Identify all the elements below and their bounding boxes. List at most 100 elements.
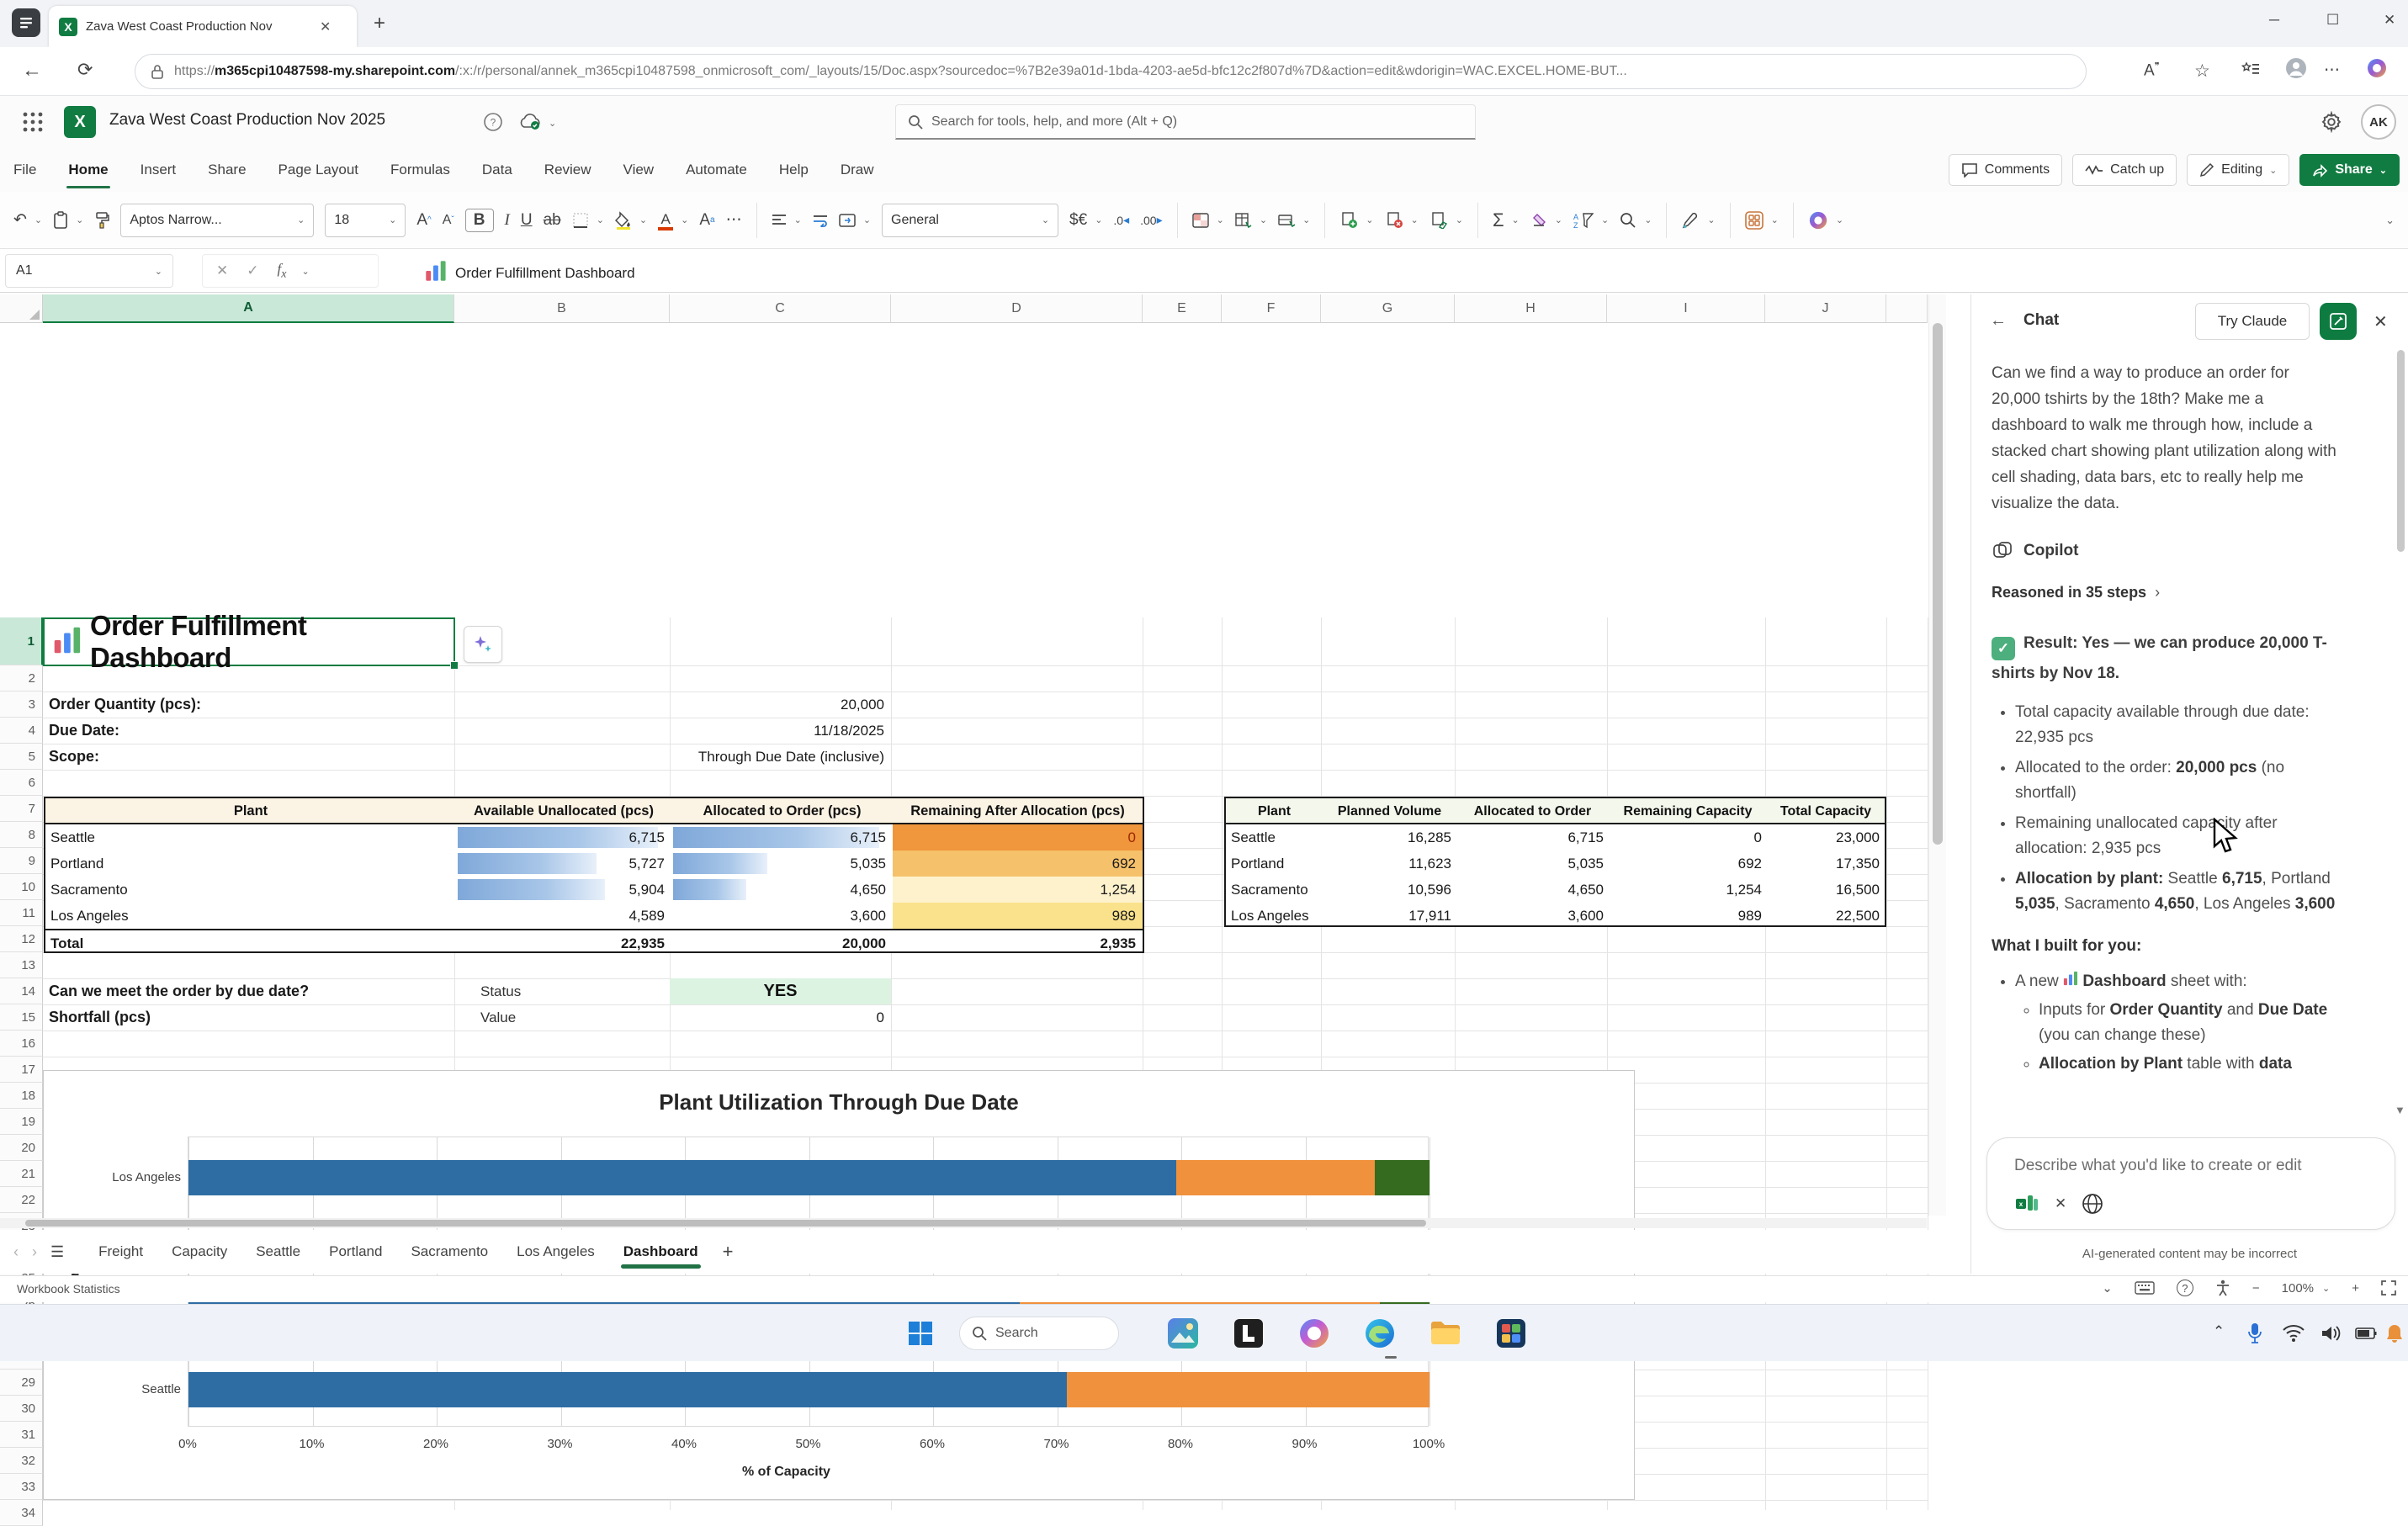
zoom-chevron-icon[interactable]: ⌄ (2322, 1283, 2330, 1294)
undo-icon[interactable]: ↶ (13, 210, 27, 230)
menu-tab-insert[interactable]: Insert (139, 156, 178, 183)
browser-refresh-icon[interactable]: ⟳ (77, 59, 93, 81)
file-explorer-icon[interactable] (1427, 1315, 1464, 1352)
sheet-tab-sacramento[interactable]: Sacramento (396, 1230, 502, 1274)
browser-tab[interactable]: X Zava West Coast Production Nov ✕ (49, 6, 357, 47)
wrap-text-icon[interactable] (813, 214, 828, 227)
copilot-app-icon[interactable] (1296, 1315, 1333, 1352)
row-header-31[interactable]: 31 (0, 1422, 43, 1448)
read-aloud-icon[interactable]: A❞ (2144, 61, 2160, 80)
sheet-tab-seattle[interactable]: Seattle (241, 1230, 315, 1274)
decrease-decimal-icon[interactable]: .0◂ (1113, 213, 1129, 227)
remove-context-icon[interactable]: ✕ (2055, 1195, 2066, 1212)
decrease-font-icon[interactable]: Aˇ (443, 213, 454, 228)
row-header-16[interactable]: 16 (0, 1031, 43, 1057)
edge-browser-icon[interactable] (1361, 1315, 1398, 1352)
zoom-level[interactable]: 100% (2282, 1281, 2314, 1296)
menu-tab-formulas[interactable]: Formulas (389, 156, 452, 183)
document-title[interactable]: Zava West Coast Production Nov 2025 (109, 111, 385, 130)
share-button[interactable]: Share⌄ (2299, 154, 2400, 186)
menu-tab-automate[interactable]: Automate (684, 156, 749, 183)
wifi-icon[interactable] (2277, 1317, 2310, 1350)
chat-back-icon[interactable]: ← (1990, 311, 2007, 331)
try-claude-button[interactable]: Try Claude (2195, 303, 2310, 340)
shield-question-icon[interactable]: ? (484, 113, 502, 135)
column-header-partial[interactable] (1886, 294, 1928, 323)
selected-cell-a1[interactable]: Order Fulfillment Dashboard (43, 617, 455, 666)
autosum-icon[interactable]: Σ (1493, 209, 1504, 231)
name-box[interactable]: A1⌄ (5, 254, 173, 288)
ribbon-collapse-chevron-icon[interactable]: ⌄ (2385, 214, 2395, 227)
row-header-2[interactable]: 2 (0, 665, 43, 691)
comments-button[interactable]: Comments (1949, 154, 2062, 186)
increase-decimal-icon[interactable]: .00▸ (1140, 213, 1163, 227)
row-header-12[interactable]: 12 (0, 926, 43, 952)
font-name-select[interactable]: Aptos Narrow...⌄ (120, 204, 314, 237)
sort-filter-icon[interactable]: AZ (1573, 212, 1594, 229)
row-header-13[interactable]: 13 (0, 952, 43, 978)
row-header-3[interactable]: 3 (0, 691, 43, 718)
taskbar-search[interactable]: Search (959, 1317, 1119, 1350)
workbook-context-icon[interactable]: x (2014, 1192, 2039, 1216)
row-header-5[interactable]: 5 (0, 744, 43, 770)
start-button[interactable] (902, 1315, 939, 1352)
column-header-G[interactable]: G (1321, 294, 1455, 323)
menu-tab-share[interactable]: Share (206, 156, 247, 183)
window-close-button[interactable]: ✕ (2384, 12, 2395, 29)
conditional-formatting-icon[interactable] (1192, 213, 1209, 228)
sheet-nav-next-icon[interactable]: › (32, 1243, 37, 1261)
chat-scroll-down-icon[interactable]: ▼ (2395, 1104, 2405, 1116)
strikethrough-button[interactable]: ab (544, 211, 561, 230)
row-header-17[interactable]: 17 (0, 1057, 43, 1083)
tab-close-icon[interactable]: ✕ (320, 19, 331, 35)
app-search-box[interactable]: Search for tools, help, and more (Alt + … (895, 104, 1476, 140)
font-size-select[interactable]: 18⌄ (325, 204, 406, 237)
bold-button[interactable]: B (465, 209, 494, 232)
more-font-options-icon[interactable]: Aa (699, 211, 714, 230)
sheet-tab-capacity[interactable]: Capacity (157, 1230, 241, 1274)
row-header-30[interactable]: 30 (0, 1396, 43, 1422)
column-header-D[interactable]: D (891, 294, 1143, 323)
sheet-tab-portland[interactable]: Portland (315, 1230, 396, 1274)
copilot-toolbar-icon[interactable] (1808, 210, 1828, 230)
row-header-32[interactable]: 32 (0, 1448, 43, 1474)
input-value[interactable]: 20,000 (538, 697, 884, 713)
browser-back-icon[interactable]: ← (22, 59, 42, 82)
column-header-J[interactable]: J (1765, 294, 1886, 323)
menu-tab-help[interactable]: Help (777, 156, 810, 183)
confirm-entry-icon[interactable]: ✓ (247, 262, 258, 279)
format-as-table-icon[interactable] (1235, 213, 1252, 228)
select-all-corner[interactable] (0, 294, 43, 323)
row-header-11[interactable]: 11 (0, 900, 43, 926)
web-globe-icon[interactable] (2082, 1193, 2103, 1215)
reasoned-steps-toggle[interactable]: Reasoned in 35 steps› (1992, 584, 2338, 601)
waffle-icon[interactable] (22, 111, 44, 137)
row-header-14[interactable]: 14 (0, 978, 43, 1004)
row-header-8[interactable]: 8 (0, 822, 43, 848)
align-icon[interactable] (772, 214, 787, 227)
selection-fill-handle[interactable] (450, 661, 459, 670)
menu-tab-view[interactable]: View (622, 156, 656, 183)
vertical-scrollbar-thumb[interactable] (1933, 323, 1943, 845)
menu-tab-draw[interactable]: Draw (839, 156, 876, 183)
row-header-22[interactable]: 22 (0, 1187, 43, 1213)
spreadsheet-grid[interactable]: ABCDEFGHIJ 12345678910111213141516171819… (0, 294, 1947, 1216)
copilot-cell-suggestion-button[interactable] (464, 626, 502, 663)
row-header-7[interactable]: 7 (0, 796, 43, 822)
font-color-icon[interactable]: A (658, 210, 673, 230)
cancel-entry-icon[interactable]: ✕ (216, 262, 228, 279)
row-header-15[interactable]: 15 (0, 1004, 43, 1031)
row-header-19[interactable]: 19 (0, 1109, 43, 1135)
italic-button[interactable]: I (505, 211, 510, 230)
tray-chevron-icon[interactable]: ⌃ (2213, 1323, 2225, 1340)
window-maximize-button[interactable]: ☐ (2326, 12, 2339, 29)
column-header-F[interactable]: F (1222, 294, 1321, 323)
ink-icon[interactable] (1681, 212, 1700, 229)
row-header-29[interactable]: 29 (0, 1370, 43, 1396)
new-tab-button[interactable]: + (374, 13, 385, 34)
column-header-I[interactable]: I (1607, 294, 1765, 323)
fill-color-icon[interactable] (615, 211, 632, 230)
row-header-4[interactable]: 4 (0, 718, 43, 744)
menu-tab-home[interactable]: Home (66, 156, 109, 183)
format-painter-icon[interactable] (94, 211, 109, 230)
